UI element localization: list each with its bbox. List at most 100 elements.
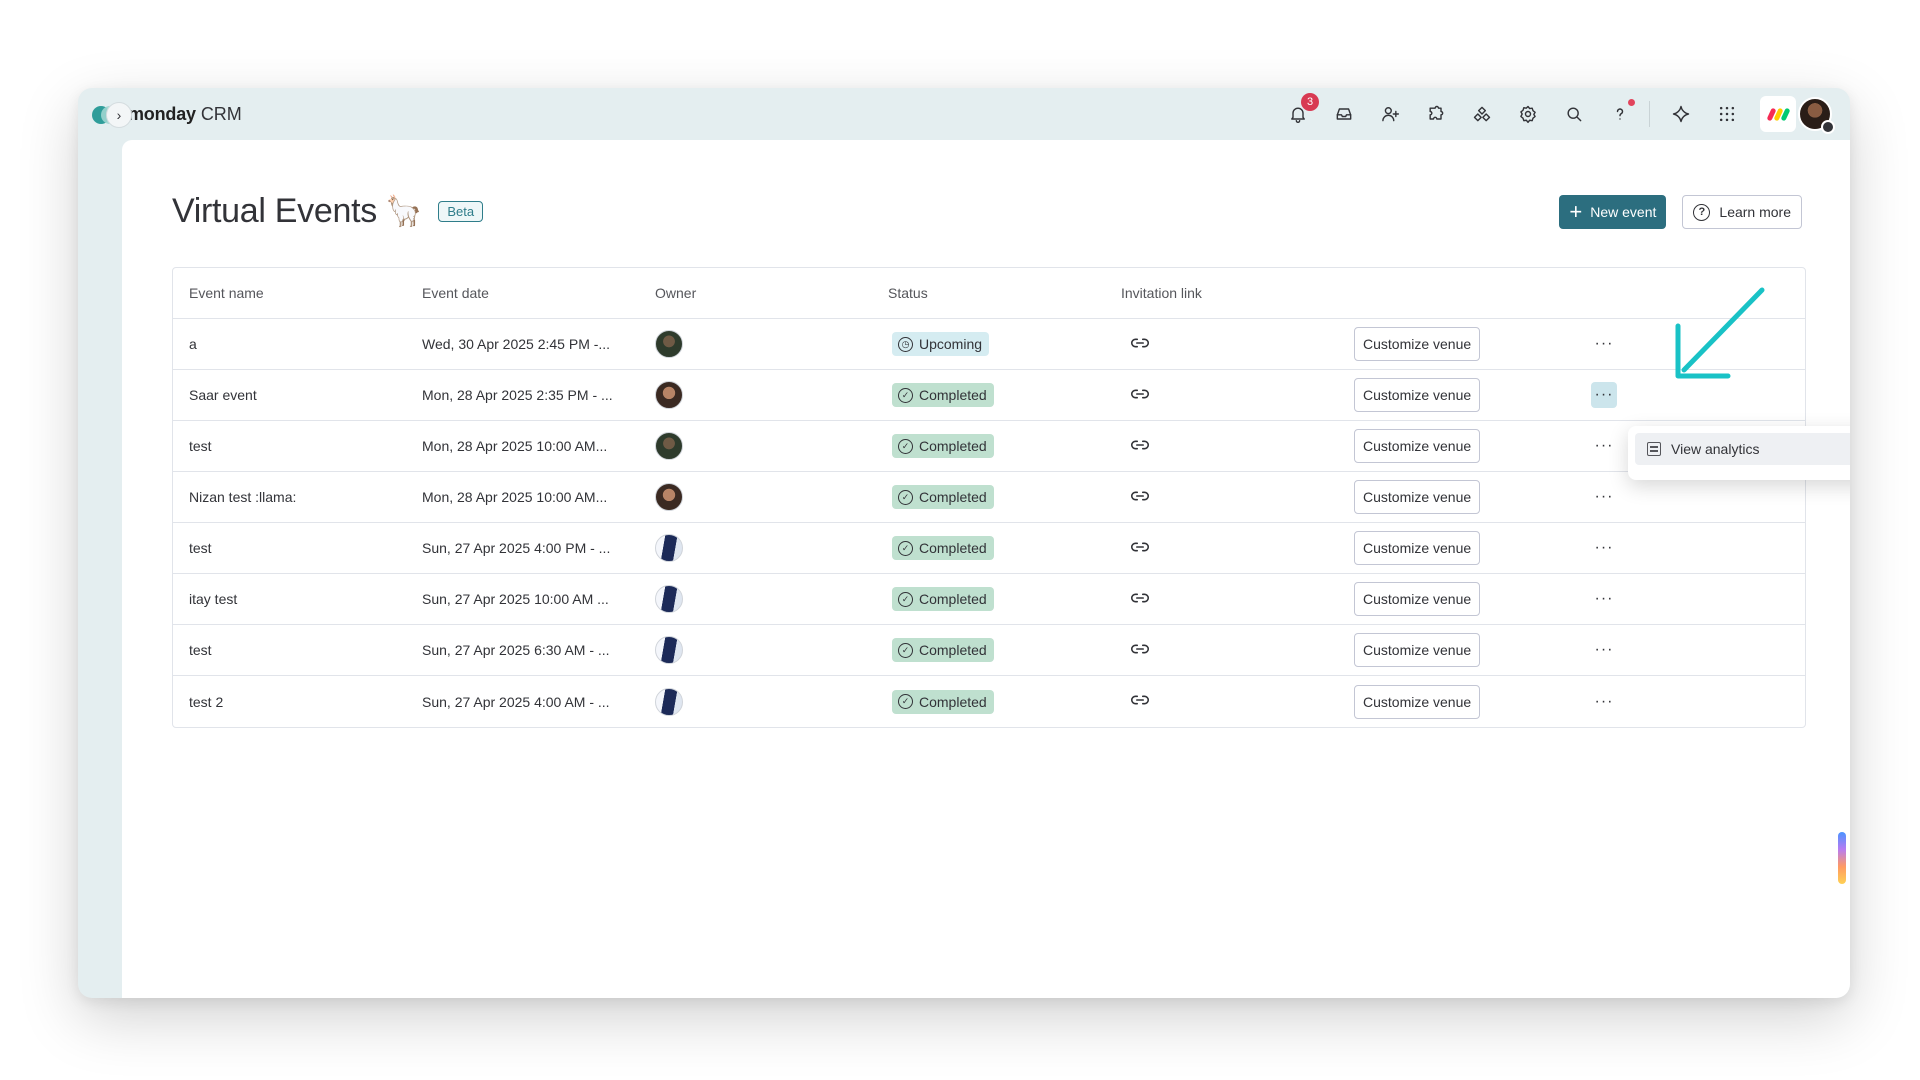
link-icon[interactable] [1129, 689, 1151, 711]
invite-user-icon[interactable] [1375, 99, 1405, 129]
learn-more-button[interactable]: ? Learn more [1682, 195, 1802, 229]
more-actions-button[interactable]: ··· [1591, 433, 1617, 459]
event-name[interactable]: a [173, 336, 406, 352]
owner-avatar[interactable] [655, 381, 683, 409]
bell-icon[interactable]: 3 [1283, 93, 1319, 129]
owner-avatar[interactable] [655, 534, 683, 562]
app-window: monday CRM 3 › Virtual Events 🦙 Beta + N… [78, 88, 1850, 998]
new-event-button[interactable]: + New event [1559, 195, 1667, 229]
table-body: a Wed, 30 Apr 2025 2:45 PM -... ◷ Upcomi… [173, 319, 1805, 727]
link-icon[interactable] [1129, 638, 1151, 660]
owner-avatar[interactable] [655, 636, 683, 664]
table-row[interactable]: Nizan test :llama: Mon, 28 Apr 2025 10:0… [173, 472, 1805, 523]
more-actions-button[interactable]: ··· [1591, 689, 1617, 715]
owner-avatar[interactable] [655, 432, 683, 460]
apps-icon[interactable] [1421, 99, 1451, 129]
user-avatar[interactable] [1798, 97, 1835, 134]
customize-venue-button[interactable]: Customize venue [1354, 429, 1481, 463]
llama-emoji-icon: 🦙 [384, 195, 423, 228]
more-actions-button[interactable]: ··· [1591, 484, 1617, 510]
owner-avatar[interactable] [655, 585, 683, 613]
help-icon[interactable] [1605, 99, 1635, 129]
inbox-icon[interactable] [1329, 99, 1359, 129]
event-name[interactable]: test [173, 642, 406, 658]
owner-avatar[interactable] [655, 330, 683, 358]
status-label: Completed [919, 642, 987, 658]
table-header-row: Event name Event date Owner Status Invit… [173, 268, 1805, 319]
ai-sparkle-icon[interactable] [1666, 99, 1696, 129]
event-date: Wed, 30 Apr 2025 2:45 PM -... [422, 336, 611, 352]
status-label: Completed [919, 438, 987, 454]
check-circle-icon: ✓ [898, 489, 913, 505]
more-actions-button[interactable]: ··· [1591, 535, 1617, 561]
learn-more-label: Learn more [1719, 204, 1791, 220]
check-circle-icon: ✓ [898, 540, 913, 556]
header-event-date: Event date [422, 285, 489, 301]
table-row[interactable]: test Sun, 27 Apr 2025 4:00 PM - ... ✓ Co… [173, 523, 1805, 574]
row-actions-menu: View analytics [1628, 426, 1850, 480]
table-row[interactable]: test 2 Sun, 27 Apr 2025 4:00 AM - ... ✓ … [173, 676, 1805, 727]
header-status: Status [888, 285, 928, 301]
customize-venue-button[interactable]: Customize venue [1354, 633, 1481, 667]
question-circle-icon: ? [1693, 203, 1711, 221]
search-icon[interactable] [1559, 99, 1589, 129]
help-alert-dot [1628, 99, 1635, 106]
view-analytics-label: View analytics [1671, 441, 1760, 457]
more-actions-button[interactable]: ··· [1591, 382, 1617, 408]
owner-avatar[interactable] [655, 687, 683, 716]
status-badge: ✓ Completed [892, 689, 994, 714]
notification-count-badge: 3 [1301, 93, 1319, 111]
check-circle-icon: ✓ [898, 642, 913, 658]
event-name[interactable]: Saar event [173, 387, 406, 403]
more-actions-button[interactable]: ··· [1591, 637, 1617, 663]
events-table: Event name Event date Owner Status Invit… [172, 267, 1806, 728]
scroll-indicator[interactable] [1838, 832, 1846, 884]
customize-venue-button[interactable]: Customize venue [1354, 582, 1481, 616]
more-actions-button[interactable]: ··· [1591, 331, 1617, 357]
link-icon[interactable] [1129, 536, 1151, 558]
customize-venue-button[interactable]: Customize venue [1354, 684, 1481, 719]
expand-sidebar-button[interactable]: › [106, 102, 132, 128]
link-icon[interactable] [1129, 434, 1151, 456]
status-badge: ✓ Completed [892, 383, 994, 407]
event-name[interactable]: test [173, 540, 406, 556]
analytics-icon [1647, 442, 1661, 456]
table-row[interactable]: test Sun, 27 Apr 2025 6:30 AM - ... ✓ Co… [173, 625, 1805, 676]
table-row[interactable]: a Wed, 30 Apr 2025 2:45 PM -... ◷ Upcomi… [173, 319, 1805, 370]
customize-venue-button[interactable]: Customize venue [1354, 531, 1481, 565]
integrations-icon[interactable] [1467, 99, 1497, 129]
check-circle-icon: ✓ [898, 591, 913, 607]
status-badge: ◷ Upcoming [892, 332, 990, 356]
check-circle-icon: ✓ [898, 694, 913, 709]
link-icon[interactable] [1129, 332, 1151, 354]
status-label: Completed [919, 693, 987, 710]
customize-venue-button[interactable]: Customize venue [1354, 327, 1481, 361]
check-circle-icon: ✓ [898, 438, 913, 454]
link-icon[interactable] [1129, 383, 1151, 405]
table-row[interactable]: test Mon, 28 Apr 2025 10:00 AM... ✓ Comp… [173, 421, 1805, 472]
monday-switcher-icon[interactable] [1760, 96, 1796, 132]
app-grid-icon[interactable] [1712, 99, 1742, 129]
top-icon-bar: 3 [1267, 88, 1835, 140]
table-row[interactable]: itay test Sun, 27 Apr 2025 10:00 AM ... … [173, 574, 1805, 625]
table-row[interactable]: Saar event Mon, 28 Apr 2025 2:35 PM - ..… [173, 370, 1805, 421]
more-actions-button[interactable]: ··· [1591, 586, 1617, 612]
view-analytics-menu-item[interactable]: View analytics [1635, 433, 1850, 465]
header-owner: Owner [655, 285, 697, 301]
beta-badge: Beta [438, 201, 484, 222]
customize-venue-button[interactable]: Customize venue [1354, 480, 1481, 514]
status-label: Completed [919, 387, 987, 403]
customize-venue-button[interactable]: Customize venue [1354, 378, 1481, 412]
event-name[interactable]: test [173, 438, 406, 454]
status-badge: ✓ Completed [892, 536, 994, 560]
event-name[interactable]: test 2 [173, 694, 406, 710]
brand-name: monday [128, 103, 196, 124]
event-name[interactable]: Nizan test :llama: [173, 489, 406, 505]
settings-icon[interactable] [1513, 99, 1543, 129]
plus-icon: + [1569, 199, 1583, 224]
link-icon[interactable] [1129, 587, 1151, 609]
event-name[interactable]: itay test [173, 591, 406, 607]
link-icon[interactable] [1129, 485, 1151, 507]
owner-avatar[interactable] [655, 483, 683, 511]
header-actions: + New event ? Learn more [1559, 195, 1802, 229]
